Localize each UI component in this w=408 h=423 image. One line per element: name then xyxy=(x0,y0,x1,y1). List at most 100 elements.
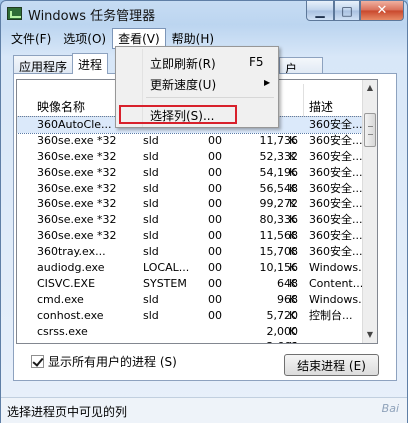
status-bar: 选择进程页中可见的列 Bai xyxy=(1,397,407,423)
tab-strip: 应用程序 进程 xyxy=(13,53,109,74)
process-row[interactable]: 360se.exe *32 sld 00 11,736 K 360安全... xyxy=(17,133,364,149)
process-user: sld xyxy=(143,133,159,147)
process-image-name: 360se.exe *32 xyxy=(37,229,117,243)
close-icon: ✕ xyxy=(376,3,388,18)
process-image-name: 360se.exe *32 xyxy=(37,181,117,195)
maximize-icon: □ xyxy=(341,3,353,18)
view-menu-dropdown: 立即刷新(R) F5 更新速度(U) ▶ 选择列(S)... xyxy=(115,46,279,128)
process-memory-unit: K xyxy=(289,165,297,179)
process-description: 360安全... xyxy=(309,118,363,131)
process-user: sld xyxy=(143,149,159,163)
process-description: Windows... xyxy=(309,292,367,306)
process-row[interactable]: 360se.exe *32 sld 00 52,332 K 360安全... xyxy=(17,149,364,165)
process-row[interactable]: 2,668K xyxy=(17,339,364,343)
process-user: sld xyxy=(143,229,159,243)
process-image-name: 360se.exe *32 xyxy=(37,197,117,211)
process-image-name: 360se.exe *32 xyxy=(37,213,117,227)
menu-item-update-speed[interactable]: 更新速度(U) ▶ xyxy=(118,73,276,93)
process-description: Windows... xyxy=(309,261,367,275)
process-row[interactable]: 360se.exe *32 sld 00 99,272 K 360安全... xyxy=(17,196,364,212)
process-cpu: 00 xyxy=(208,197,222,211)
process-row[interactable]: CISVC.EXE SYSTEM 00 648 K Content... xyxy=(17,276,364,292)
process-cpu: 00 xyxy=(208,149,222,163)
process-row[interactable]: 360se.exe *32 sld 00 80,336 K 360安全... xyxy=(17,212,364,228)
process-memory-unit: K xyxy=(289,292,297,306)
process-row[interactable]: cmd.exe sld 00 968 K Windows... xyxy=(17,292,367,308)
menu-item-label: 更新速度(U) xyxy=(150,78,217,92)
process-memory-unit: K xyxy=(289,149,297,163)
menu-separator xyxy=(146,97,274,98)
process-memory-unit: K xyxy=(289,339,301,343)
process-image-name: cmd.exe xyxy=(37,292,84,306)
process-cpu: 00 xyxy=(208,181,222,195)
process-cpu: 00 xyxy=(208,292,222,306)
show-all-users-option[interactable]: 显示所有用户的进程 (S) xyxy=(31,353,177,370)
process-cpu: 00 xyxy=(208,133,222,147)
process-memory-unit: K xyxy=(289,181,297,195)
menu-options[interactable]: 选项(O) xyxy=(57,28,112,49)
process-user: sld xyxy=(143,213,159,227)
end-process-button[interactable]: 结束进程 (E) xyxy=(284,354,379,376)
process-image-name: 360se.exe *32 xyxy=(37,133,117,147)
process-image-name: 360tray.ex... xyxy=(37,245,106,259)
process-user: LOCAL... xyxy=(143,261,190,275)
process-description: 360安全... xyxy=(309,165,363,179)
process-user: sld xyxy=(143,292,159,306)
menu-bar: 文件(F) 选项(O) 查看(V) 帮助(H) xyxy=(5,27,405,49)
scroll-thumb[interactable] xyxy=(364,113,376,147)
show-all-users-label: 显示所有用户的进程 (S) xyxy=(48,355,177,369)
process-user: SYSTEM xyxy=(143,276,187,290)
process-cpu: 00 xyxy=(208,165,222,179)
process-user: sld xyxy=(143,197,159,211)
menu-item-refresh-now[interactable]: 立即刷新(R) F5 xyxy=(118,52,276,72)
process-image-name: 360se.exe *32 xyxy=(37,149,117,163)
process-memory-unit: K xyxy=(289,213,297,227)
process-description: 360安全... xyxy=(309,213,363,227)
process-cpu: 00 xyxy=(208,276,222,290)
process-image-name: conhost.exe xyxy=(37,308,104,322)
process-row[interactable]: 360se.exe *32 sld 00 56,548 K 360安全... xyxy=(17,181,364,197)
minimize-button[interactable]: ▁ xyxy=(306,1,334,21)
menu-file[interactable]: 文件(F) xyxy=(5,28,57,49)
status-text: 选择进程页中可见的列 xyxy=(7,405,128,419)
column-image-name[interactable]: 映像名称 xyxy=(37,98,85,115)
tab-processes[interactable]: 进程 xyxy=(72,53,109,74)
process-description: 360安全... xyxy=(309,149,363,163)
process-rows: 360AutoCle... 360安全... 360se.exe *32 sld 00 1… xyxy=(17,116,367,343)
process-memory-unit: K xyxy=(289,229,297,243)
process-row[interactable]: 360se.exe *32 sld 00 11,568 K 360安全... xyxy=(17,228,364,244)
close-button[interactable]: ✕ xyxy=(360,1,404,21)
baidu-watermark: Bai xyxy=(381,402,399,415)
column-description[interactable]: 描述 xyxy=(309,98,333,115)
process-row[interactable]: 360tray.ex... sld 00 15,708 K 360安全... xyxy=(17,244,364,260)
task-manager-icon xyxy=(7,7,22,20)
process-image-name: 360se.exe *32 xyxy=(37,165,117,179)
process-description: 控制台... xyxy=(309,308,353,322)
tab-applications[interactable]: 应用程序 xyxy=(13,55,74,74)
process-image-name: csrss.exe xyxy=(37,324,88,338)
process-cpu: 00 xyxy=(208,245,222,259)
scroll-down-arrow-icon[interactable]: ▼ xyxy=(363,327,377,343)
process-row[interactable]: audiodg.exe LOCAL... 00 10,156 K Windows... xyxy=(17,260,367,276)
process-user: sld xyxy=(143,165,159,179)
process-row[interactable]: conhost.exe sld 00 5,720 K 控制台... xyxy=(17,308,364,324)
show-all-users-checkbox[interactable] xyxy=(31,355,44,368)
process-cpu: 00 xyxy=(208,261,222,275)
process-description: 360安全... xyxy=(309,229,363,243)
process-row[interactable]: csrss.exe 2,000 K xyxy=(17,324,364,340)
process-description: 360安全... xyxy=(309,197,363,211)
process-user: sld xyxy=(143,181,159,195)
column-divider[interactable] xyxy=(303,84,304,116)
process-user: sld xyxy=(143,308,159,322)
maximize-button[interactable]: □ xyxy=(334,1,360,21)
process-row[interactable]: 360se.exe *32 sld 00 54,196 K 360安全... xyxy=(17,165,364,181)
title-bar[interactable]: Windows 任务管理器 ▁ □ ✕ xyxy=(1,1,407,27)
process-image-name: CISVC.EXE xyxy=(37,276,96,290)
process-cpu: 00 xyxy=(208,213,222,227)
process-description: 360安全... xyxy=(309,133,363,147)
vertical-scrollbar[interactable]: ▲ ▼ xyxy=(362,80,377,343)
scroll-up-arrow-icon[interactable]: ▲ xyxy=(363,80,377,96)
process-description: 360安全... xyxy=(309,245,363,259)
process-memory-unit: K xyxy=(289,261,297,275)
process-cpu: 00 xyxy=(208,229,222,243)
